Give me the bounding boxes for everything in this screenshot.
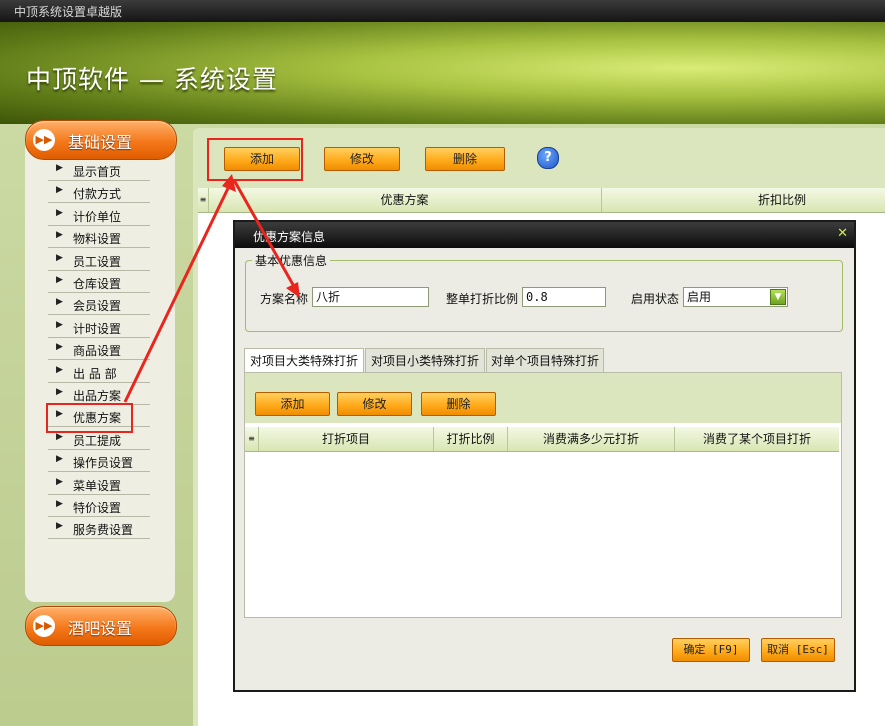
annotation-arrow-to-add bbox=[123, 179, 234, 403]
annotation-arrow-to-dialog bbox=[232, 179, 298, 291]
annotation-arrows bbox=[123, 174, 300, 403]
